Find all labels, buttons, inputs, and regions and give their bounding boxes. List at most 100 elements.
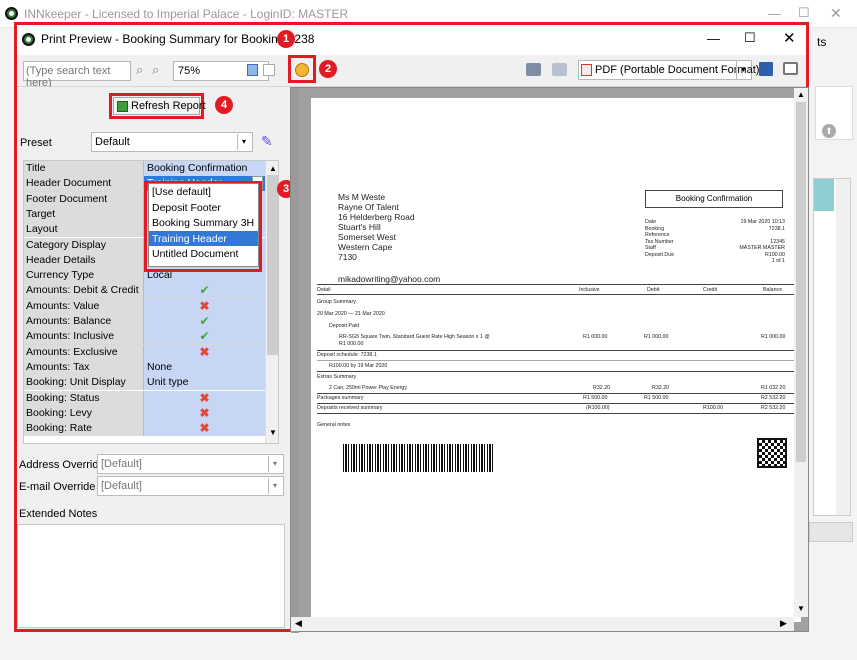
chevron-down-icon[interactable]: ▾ — [736, 61, 750, 79]
check-icon[interactable]: ✔ — [144, 329, 265, 345]
maximize-icon[interactable]: ☐ — [744, 30, 756, 46]
page-setup-icon[interactable] — [247, 64, 258, 76]
property-name: Amounts: Exclusive — [24, 344, 144, 360]
dropdown-option[interactable]: Untitled Document — [149, 246, 258, 262]
dropdown-option[interactable]: [Use default] — [149, 184, 258, 200]
property-row[interactable]: Amounts: Tax None — [24, 359, 265, 376]
extra-balance: R1 032.20 — [761, 385, 786, 391]
export-icon — [295, 63, 309, 77]
property-name: Booking: Status — [24, 390, 144, 406]
property-row[interactable]: Booking: Status ✖ — [24, 390, 265, 406]
property-name: Booking: Unit Display — [24, 375, 144, 391]
search-input[interactable]: (Type search text here) — [23, 61, 131, 89]
minimize-icon[interactable]: — — [768, 6, 781, 21]
find-next-icon[interactable]: ⌕ — [152, 62, 159, 78]
scroll-thumb[interactable] — [796, 102, 806, 462]
page-view-icon[interactable] — [263, 64, 275, 76]
room-line: RR-SG5 Square Twin, Standard Guest Rate … — [339, 334, 490, 340]
extended-notes-textarea[interactable] — [17, 524, 285, 628]
grid-scrollbar[interactable]: ▲ ▼ — [265, 161, 278, 443]
dropdown-option[interactable]: Training Header — [149, 230, 258, 246]
scroll-down-icon[interactable]: ▼ — [269, 428, 277, 437]
dropdown-option[interactable]: Booking Summary 3H — [149, 215, 258, 231]
property-row[interactable]: Amounts: Value ✖ — [24, 298, 265, 314]
outer-grid-header — [814, 179, 834, 211]
meta-label: Reference — [645, 232, 670, 238]
room-balance: R1 000.00 — [761, 334, 786, 340]
extras-summary: Extras Summary — [317, 374, 357, 380]
property-value[interactable]: Unit type — [144, 375, 265, 391]
preview-vertical-scrollbar[interactable]: ▲ ▼ — [794, 88, 808, 617]
address-override-value: [Default] — [101, 458, 142, 470]
column-header: Debit — [647, 287, 660, 293]
close-icon[interactable]: ✕ — [830, 5, 842, 22]
property-row[interactable]: Amounts: Debit & Credit ✔ — [24, 283, 265, 299]
quick-print-icon[interactable] — [552, 63, 567, 76]
cross-icon[interactable]: ✖ — [144, 298, 265, 314]
general-notes: General notes — [317, 422, 351, 428]
property-row[interactable]: Amounts: Exclusive ✖ — [24, 344, 265, 360]
outer-grid-scrollbar[interactable] — [836, 179, 850, 515]
check-icon[interactable]: ✔ — [144, 314, 265, 329]
extra-item: 2 Can, 250ml Power Play Energy — [329, 385, 408, 391]
preview-toolbar: (Type search text here) ⌕ ⌕ 75% 2 PDF (P… — [17, 55, 806, 89]
preview-left-border — [291, 88, 299, 633]
scroll-down-icon[interactable]: ▼ — [797, 604, 805, 613]
meta-value: 19 Mar 2020 10:13 — [740, 219, 785, 225]
property-value[interactable]: None — [144, 359, 265, 375]
deposit-schedule: Deposit schedule: 7238.1 — [317, 352, 377, 358]
scroll-up-icon[interactable]: ▲ — [797, 90, 805, 99]
email-icon[interactable] — [783, 62, 798, 75]
cross-icon[interactable]: ✖ — [144, 405, 265, 421]
meta-label: Booking — [645, 225, 665, 232]
property-row[interactable]: Title Booking Confirmation — [24, 161, 265, 177]
save-icon[interactable] — [759, 62, 773, 76]
outer-menu-fragment: ts — [817, 35, 827, 49]
minimize-icon[interactable]: — — [707, 31, 720, 46]
callout-badge-1: 1 — [277, 30, 295, 48]
cross-icon[interactable]: ✖ — [144, 390, 265, 406]
cross-icon[interactable]: ✖ — [144, 344, 265, 360]
check-icon[interactable]: ✔ — [144, 283, 265, 299]
scroll-right-icon[interactable]: ▶ — [780, 618, 787, 629]
edit-preset-icon[interactable]: ✎ — [261, 133, 273, 150]
email-override-label: E-mail Override — [19, 481, 96, 493]
export-format-select[interactable]: PDF (Portable Document Format) — [578, 60, 759, 80]
address-override-select[interactable]: [Default] ▾ — [97, 454, 284, 474]
property-row[interactable]: Booking: Levy ✖ — [24, 405, 265, 422]
address-line: Western Cape — [338, 242, 393, 252]
up-arrow-icon[interactable]: ⬆ — [822, 124, 836, 138]
property-row[interactable]: Booking: Rate ✖ — [24, 421, 265, 437]
export-button[interactable] — [288, 55, 316, 83]
meta-value: R100.00 — [764, 251, 785, 258]
divider — [317, 393, 795, 394]
meta-label: Staff — [645, 245, 656, 251]
property-row[interactable]: Amounts: Inclusive ✔ — [24, 329, 265, 345]
refresh-report-button[interactable]: Refresh Report — [113, 97, 206, 115]
barcode-image — [343, 444, 495, 472]
export-format-value: PDF (Portable Document Format) — [595, 64, 760, 76]
preview-horizontal-scrollbar[interactable]: ◀ ▶ — [291, 617, 794, 631]
scroll-up-icon[interactable]: ▲ — [269, 164, 277, 173]
scroll-thumb[interactable] — [267, 175, 278, 355]
close-icon[interactable]: ✕ — [783, 29, 796, 47]
find-previous-icon[interactable]: ⌕ — [136, 62, 143, 78]
meta-value: 1 of 1 — [771, 258, 785, 264]
preview-title-bar: Print Preview - Booking Summary for Book… — [17, 25, 806, 55]
preset-label: Preset — [20, 137, 52, 149]
qr-code-image — [757, 438, 787, 468]
column-header: Balance — [763, 287, 783, 293]
extra-debit: R32.20 — [652, 385, 670, 391]
property-row[interactable]: Amounts: Balance ✔ — [24, 314, 265, 330]
maximize-icon[interactable]: ☐ — [798, 5, 810, 21]
property-name: Title — [24, 161, 144, 176]
preset-select[interactable]: Default ▾ — [91, 132, 253, 152]
scroll-left-icon[interactable]: ◀ — [295, 618, 302, 629]
dropdown-option[interactable]: Deposit Footer — [149, 200, 258, 216]
outer-window-title: INNkeeper - Licensed to Imperial Palace … — [24, 7, 349, 21]
property-value[interactable]: Booking Confirmation — [144, 161, 265, 176]
print-icon[interactable] — [526, 63, 541, 76]
property-row[interactable]: Booking: Unit Display Unit type — [24, 375, 265, 391]
email-override-select[interactable]: [Default] ▾ — [97, 476, 284, 496]
cross-icon[interactable]: ✖ — [144, 421, 265, 437]
